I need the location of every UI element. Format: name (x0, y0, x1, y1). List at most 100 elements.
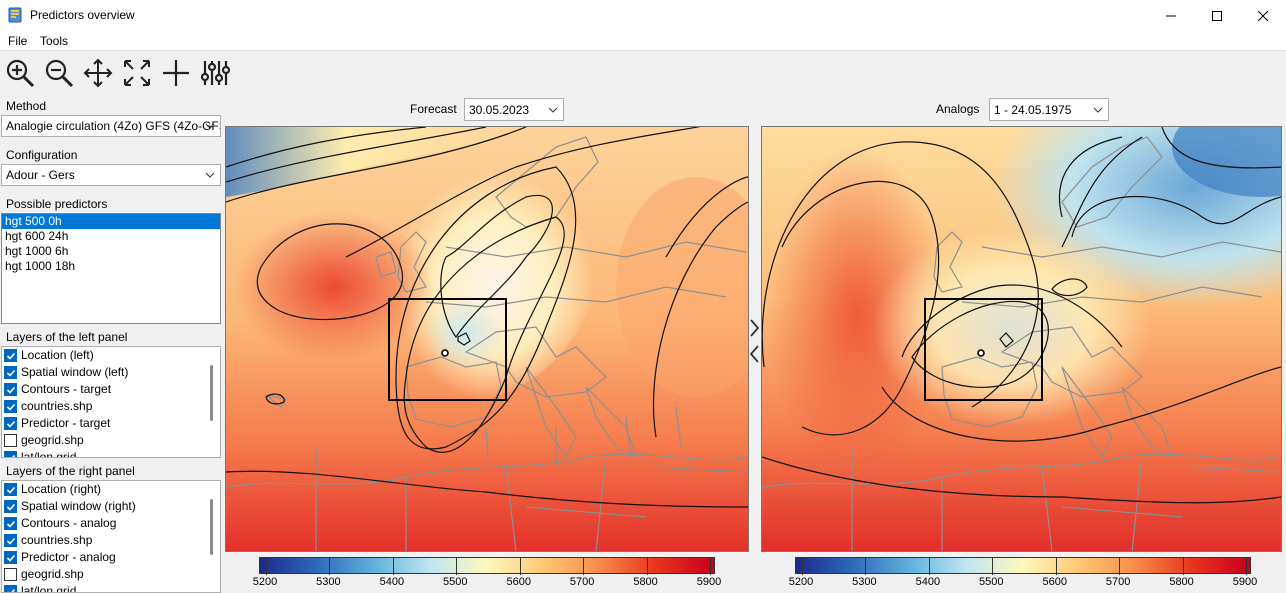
checkbox-unchecked-icon[interactable] (4, 434, 17, 447)
layer-label: Location (right) (21, 482, 102, 496)
splitter-arrows[interactable] (748, 316, 762, 366)
menu-file[interactable]: File (8, 34, 27, 48)
maximize-icon (1212, 10, 1222, 21)
colorbar-tick-label: 5300 (316, 576, 341, 588)
analog-value: 1 - 24.05.1975 (994, 103, 1072, 117)
right-layers-label: Layers of the right panel (6, 464, 135, 478)
layer-checkbox[interactable]: Contours - analog (2, 515, 220, 532)
forecast-map[interactable] (226, 127, 748, 551)
colorbar-tick-label: 5600 (506, 576, 531, 588)
colorbar-tick-label: 5800 (1169, 576, 1194, 588)
zoom-in-icon (6, 59, 35, 88)
checkbox-checked-icon[interactable] (4, 383, 17, 396)
list-item[interactable]: hgt 1000 18h (2, 259, 220, 274)
colorbar-tick (1246, 558, 1247, 575)
crosshair-button[interactable] (160, 57, 192, 89)
colorbar-tick-label: 5400 (915, 576, 941, 588)
checkbox-checked-icon[interactable] (4, 451, 17, 457)
close-icon (1257, 10, 1269, 21)
toolbar (0, 52, 1286, 94)
colorbar-tick (456, 558, 458, 575)
pan-button[interactable] (82, 57, 114, 89)
left-layers-label: Layers of the left panel (6, 330, 128, 344)
predictors-list[interactable]: hgt 500 0h hgt 600 24h hgt 1000 6h hgt 1… (1, 213, 221, 324)
colorbar-tick-label: 5500 (443, 576, 468, 588)
forecast-label: Forecast (410, 102, 457, 116)
app-icon (8, 7, 22, 23)
colorbar-tick (646, 558, 648, 575)
chevron-down-icon (205, 123, 215, 129)
checkbox-unchecked-icon[interactable] (4, 568, 17, 581)
checkbox-checked-icon[interactable] (4, 483, 17, 496)
colorbar-tick (329, 558, 331, 575)
checkbox-checked-icon[interactable] (4, 534, 17, 547)
checkbox-checked-icon[interactable] (4, 517, 17, 530)
analog-map[interactable] (762, 127, 1281, 551)
left-layers-list[interactable]: Location (left) Spatial window (left) Cont… (1, 346, 221, 458)
config-value: Adour - Gers (6, 168, 75, 182)
colorbar-tick-label: 5600 (1042, 576, 1067, 588)
checkbox-checked-icon[interactable] (4, 366, 17, 379)
title-bar: Predictors overview (0, 0, 1286, 31)
sliders-icon (200, 61, 230, 85)
checkbox-checked-icon[interactable] (4, 500, 17, 513)
layer-checkbox[interactable]: lat/lon grid (2, 583, 220, 593)
layer-checkbox[interactable]: Predictor - analog (2, 549, 220, 566)
zoom-extent-button[interactable] (121, 57, 153, 89)
minimize-button[interactable] (1148, 0, 1194, 31)
zoom-in-button[interactable] (4, 57, 36, 89)
predictors-label: Possible predictors (6, 197, 108, 211)
analog-select[interactable]: 1 - 24.05.1975 (989, 98, 1109, 121)
colorbar-right (795, 557, 1251, 575)
checkbox-checked-icon[interactable] (4, 349, 17, 362)
right-layers-list[interactable]: Location (right) Spatial window (right) Co… (1, 480, 221, 593)
colorbar-tick (519, 558, 521, 575)
forecast-date-select[interactable]: 30.05.2023 (464, 98, 564, 121)
config-select[interactable]: Adour - Gers (1, 164, 221, 186)
list-item[interactable]: hgt 1000 6h (2, 244, 220, 259)
layer-checkbox[interactable]: Location (right) (2, 481, 220, 498)
sliders-button[interactable] (199, 57, 231, 89)
list-item[interactable]: hgt 600 24h (2, 229, 220, 244)
layer-checkbox[interactable]: countries.shp (2, 532, 220, 549)
layer-label: countries.shp (21, 533, 93, 547)
checkbox-checked-icon[interactable] (4, 551, 17, 564)
colorbar-tick (1182, 558, 1184, 575)
chevron-down-icon (548, 107, 558, 113)
zoom-out-button[interactable] (43, 57, 75, 89)
scrollbar[interactable] (210, 499, 213, 555)
close-button[interactable] (1240, 0, 1286, 31)
pan-icon (83, 58, 113, 88)
layer-checkbox[interactable]: geogrid.shp (2, 432, 220, 449)
checkbox-checked-icon[interactable] (4, 585, 17, 592)
layer-checkbox[interactable]: geogrid.shp (2, 566, 220, 583)
colorbar-tick (710, 558, 711, 575)
layer-label: Spatial window (right) (21, 499, 136, 513)
layer-checkbox[interactable]: lat/lon grid (2, 449, 220, 457)
layer-checkbox[interactable]: Spatial window (right) (2, 498, 220, 515)
layer-label: Spatial window (left) (21, 365, 129, 379)
layer-label: lat/lon grid (21, 584, 77, 593)
menu-tools[interactable]: Tools (40, 34, 68, 48)
layer-checkbox[interactable]: Predictor - target (2, 415, 220, 432)
colorbar-tick-label: 5500 (979, 576, 1004, 588)
layer-label: geogrid.shp (21, 433, 84, 447)
list-item[interactable]: hgt 500 0h (2, 214, 220, 229)
method-select[interactable]: Analogie circulation (4Zo) GFS (4Zo-GFS) (1, 115, 221, 137)
checkbox-checked-icon[interactable] (4, 417, 17, 430)
layer-checkbox[interactable]: Spatial window (left) (2, 364, 220, 381)
layer-checkbox[interactable]: Location (left) (2, 347, 220, 364)
maximize-button[interactable] (1194, 0, 1240, 31)
layer-checkbox[interactable]: countries.shp (2, 398, 220, 415)
layer-checkbox[interactable]: Contours - target (2, 381, 220, 398)
method-label: Method (6, 99, 47, 113)
layer-label: Predictor - analog (21, 550, 116, 564)
forecast-date-value: 30.05.2023 (469, 103, 530, 117)
map-right-panel[interactable] (761, 126, 1282, 552)
scrollbar[interactable] (210, 365, 213, 421)
map-left-panel[interactable] (225, 126, 749, 552)
checkbox-checked-icon[interactable] (4, 400, 17, 413)
menu-bar: File Tools (0, 31, 1286, 51)
layer-label: Contours - analog (21, 516, 117, 530)
colorbar-tick-label: 5200 (252, 576, 278, 588)
